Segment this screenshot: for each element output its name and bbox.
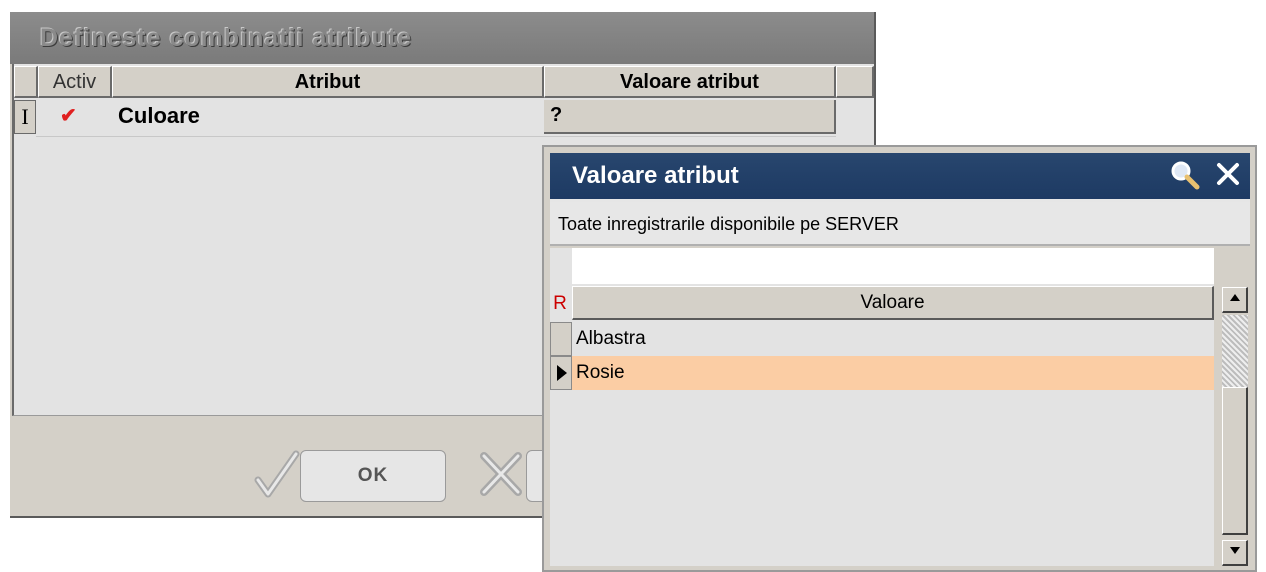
close-icon[interactable] bbox=[1214, 157, 1242, 197]
check-icon bbox=[254, 448, 300, 511]
scroll-up-icon[interactable] bbox=[1222, 287, 1248, 313]
vertical-scrollbar[interactable] bbox=[1222, 287, 1248, 570]
column-header-atribut[interactable]: Atribut bbox=[112, 66, 544, 98]
attribute-value-cell[interactable]: ? bbox=[544, 100, 836, 134]
scroll-down-icon[interactable] bbox=[1222, 540, 1248, 566]
row-marker bbox=[550, 322, 572, 356]
filter-input[interactable] bbox=[572, 248, 1214, 284]
values-list: R Valoare Albastra Rosie bbox=[550, 248, 1214, 566]
column-header-valoare[interactable]: Valoare bbox=[572, 286, 1214, 320]
popup-subtitle: Toate inregistrarile disponibile pe SERV… bbox=[550, 202, 1250, 246]
scroll-track[interactable] bbox=[1222, 315, 1248, 387]
attribute-value-popup: Valoare atribut Toate inregistrarile dis… bbox=[542, 145, 1257, 572]
text-cursor-icon: I bbox=[14, 100, 36, 134]
list-item-selected[interactable]: Rosie bbox=[572, 356, 1214, 390]
dialog-title: Defineste combinatii atribute bbox=[40, 24, 413, 52]
ok-button[interactable]: OK bbox=[300, 450, 446, 502]
row-divider bbox=[36, 136, 836, 137]
popup-title-bar: Valoare atribut bbox=[550, 153, 1250, 202]
refresh-r-button[interactable]: R bbox=[550, 288, 570, 320]
column-header-activ[interactable]: Activ bbox=[38, 66, 112, 98]
attribute-cell[interactable]: Culoare bbox=[118, 100, 538, 132]
scroll-thumb[interactable] bbox=[1222, 387, 1248, 535]
cancel-x-icon bbox=[478, 448, 524, 511]
search-icon[interactable] bbox=[1170, 160, 1200, 197]
column-header-valoare-atribut[interactable]: Valoare atribut bbox=[544, 66, 836, 98]
row-pointer-icon bbox=[550, 356, 572, 390]
dialog-title-bar: Defineste combinatii atribute bbox=[10, 12, 874, 64]
grid-filler-header bbox=[836, 66, 874, 98]
grid-corner-header bbox=[14, 66, 38, 98]
active-check-icon[interactable]: ✔ bbox=[60, 100, 90, 132]
popup-title: Valoare atribut bbox=[572, 162, 739, 189]
list-item[interactable]: Albastra bbox=[572, 322, 1214, 356]
